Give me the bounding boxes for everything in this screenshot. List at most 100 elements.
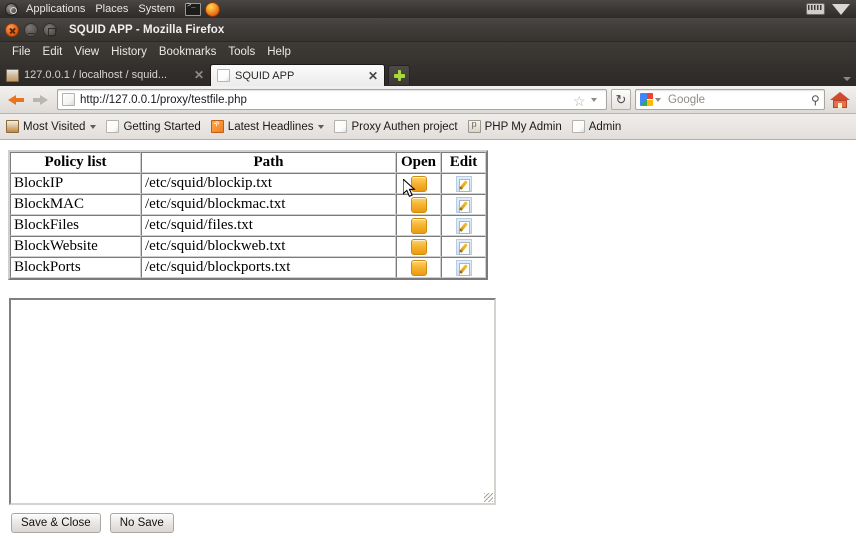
pencil-edit-icon[interactable] (455, 175, 472, 192)
tab-label: SQUID APP (235, 69, 295, 82)
google-icon[interactable] (640, 93, 653, 106)
bookmark-php-my-admin[interactable]: PHP My Admin (467, 119, 562, 133)
chevron-down-icon (318, 124, 325, 129)
doc-icon (106, 120, 120, 133)
bookmark-label: Admin (588, 120, 622, 133)
folder-open-icon[interactable] (410, 238, 427, 255)
cell-edit[interactable] (441, 173, 486, 194)
cell-edit[interactable] (441, 257, 486, 278)
bookmark-label: Latest Headlines (227, 120, 314, 133)
cell-open[interactable] (396, 215, 441, 236)
panel-menu-places[interactable]: Places (90, 0, 133, 18)
cell-path: /etc/squid/blockmac.txt (141, 194, 396, 215)
column-header-open: Open (396, 152, 441, 173)
bookmark-latest-headlines[interactable]: Latest Headlines (210, 120, 325, 133)
volume-icon[interactable] (832, 3, 850, 15)
column-header-policy-list: Policy list (10, 152, 141, 173)
plus-icon (393, 70, 405, 81)
maximize-icon[interactable] (43, 22, 57, 37)
panel-menu-system[interactable]: System (133, 0, 180, 18)
firefox-icon[interactable] (205, 1, 221, 17)
save-and-close-button[interactable]: Save & Close (11, 513, 101, 533)
cell-policy: BlockWebsite (10, 236, 141, 257)
tab-label: 127.0.0.1 / localhost / squid... (24, 69, 168, 81)
search-icon[interactable]: ⚲ (811, 93, 820, 107)
minimize-icon[interactable] (24, 22, 38, 37)
cell-edit[interactable] (441, 236, 486, 257)
url-input[interactable]: http://127.0.0.1/proxy/testfile.php ☆ (57, 89, 607, 110)
new-tab-button[interactable] (388, 65, 410, 85)
cell-path: /etc/squid/blockip.txt (141, 173, 396, 194)
folder-open-icon[interactable] (410, 175, 427, 192)
bookmark-label: PHP My Admin (484, 120, 562, 133)
cell-open[interactable] (396, 236, 441, 257)
bookmark-label: Most Visited (23, 120, 86, 133)
menu-edit[interactable]: Edit (37, 42, 69, 62)
menubar: File Edit View History Bookmarks Tools H… (0, 42, 856, 62)
search-input[interactable]: Google ⚲ (635, 89, 825, 110)
search-engine-chevron-down-icon[interactable] (655, 97, 661, 102)
pencil-edit-icon[interactable] (455, 217, 472, 234)
tab-close-icon[interactable]: ✕ (194, 69, 204, 81)
bookmark-star-icon[interactable]: ☆ (573, 93, 587, 108)
url-text: http://127.0.0.1/proxy/testfile.php (80, 93, 247, 106)
site-identity-icon[interactable] (62, 93, 75, 106)
squid-favicon (6, 68, 19, 82)
cell-edit[interactable] (441, 215, 486, 236)
reload-icon[interactable]: ↻ (611, 89, 631, 110)
bookmark-proxy-authen-project[interactable]: Proxy Authen project (334, 120, 458, 133)
menu-bookmarks[interactable]: Bookmarks (153, 42, 223, 62)
file-content-textarea[interactable] (9, 298, 496, 505)
search-placeholder: Google (668, 93, 706, 106)
back-arrow-icon[interactable] (5, 89, 29, 111)
tab-list-chevron-down-icon[interactable] (843, 77, 851, 81)
bookmark-admin[interactable]: Admin (571, 120, 622, 133)
keyboard-indicator-icon[interactable] (806, 3, 825, 15)
column-header-edit: Edit (441, 152, 486, 173)
chevron-down-icon[interactable] (591, 97, 597, 102)
table-row: BlockPorts /etc/squid/blockports.txt (10, 257, 486, 278)
no-save-button[interactable]: No Save (109, 513, 174, 533)
ubuntu-logo-icon[interactable] (5, 2, 18, 16)
bookmark-most-visited[interactable]: Most Visited (6, 120, 97, 133)
cell-policy: BlockMAC (10, 194, 141, 215)
tab-squid-app[interactable]: SQUID APP ✕ (210, 64, 385, 86)
panel-menu-applications[interactable]: Applications (21, 0, 90, 18)
cell-open[interactable] (396, 173, 441, 194)
pencil-edit-icon[interactable] (455, 259, 472, 276)
policy-table: Policy list Path Open Edit BlockIP /etc/… (8, 150, 488, 280)
folder-open-icon[interactable] (410, 217, 427, 234)
tab-localhost-squid[interactable]: 127.0.0.1 / localhost / squid... ✕ (0, 64, 210, 86)
navigation-toolbar: http://127.0.0.1/proxy/testfile.php ☆ ↻ … (0, 86, 856, 114)
forward-arrow-icon[interactable] (29, 89, 53, 111)
cell-path: /etc/squid/files.txt (141, 215, 396, 236)
doc-icon (571, 120, 585, 133)
cell-open[interactable] (396, 194, 441, 215)
cell-path: /etc/squid/blockweb.txt (141, 236, 396, 257)
bookmarks-toolbar: Most Visited Getting Started Latest Head… (0, 114, 856, 140)
pencil-edit-icon[interactable] (455, 196, 472, 213)
terminal-icon[interactable] (185, 2, 202, 16)
menu-history[interactable]: History (105, 42, 153, 62)
most-visited-icon (6, 120, 19, 133)
menu-tools[interactable]: Tools (222, 42, 261, 62)
page-favicon (217, 69, 230, 82)
bookmark-getting-started[interactable]: Getting Started (106, 120, 201, 133)
cell-open[interactable] (396, 257, 441, 278)
home-icon[interactable] (829, 89, 851, 111)
tab-bar: 127.0.0.1 / localhost / squid... ✕ SQUID… (0, 62, 856, 86)
menu-file[interactable]: File (6, 42, 37, 62)
pencil-edit-icon[interactable] (455, 238, 472, 255)
tab-close-icon[interactable]: ✕ (368, 70, 378, 82)
table-header-row: Policy list Path Open Edit (10, 152, 486, 173)
folder-open-icon[interactable] (410, 259, 427, 276)
cell-edit[interactable] (441, 194, 486, 215)
bookmark-label: Getting Started (123, 120, 201, 133)
menu-view[interactable]: View (68, 42, 105, 62)
menu-help[interactable]: Help (261, 42, 297, 62)
folder-open-icon[interactable] (410, 196, 427, 213)
close-icon[interactable] (5, 22, 19, 37)
window-title: SQUID APP - Mozilla Firefox (69, 23, 225, 36)
doc-icon (334, 120, 348, 133)
cell-policy: BlockIP (10, 173, 141, 194)
